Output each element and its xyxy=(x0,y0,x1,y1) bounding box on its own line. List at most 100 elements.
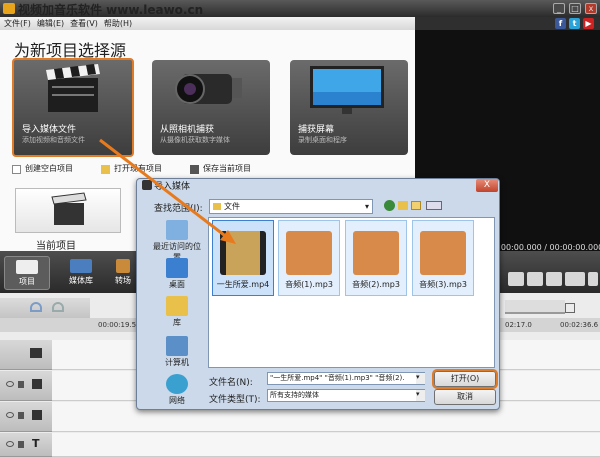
file-name: 音频(1).mp3 xyxy=(285,280,333,289)
clapperboard-icon xyxy=(14,60,132,120)
network-icon xyxy=(166,374,188,394)
menu-help[interactable]: 帮助(H) xyxy=(104,17,132,30)
menu-bar: 文件(F) 编辑(E) 查看(V) 帮助(H) xyxy=(0,17,415,30)
file-item[interactable]: 一生所爱.mp4 xyxy=(212,220,274,296)
volume-icon[interactable] xyxy=(565,272,585,286)
lookin-label: 查找范围(I): xyxy=(154,204,203,214)
video-thumbnail-icon xyxy=(220,231,266,275)
place-computer[interactable]: 计算机 xyxy=(150,336,204,368)
audio-file-icon xyxy=(353,231,399,275)
view-menu-icon[interactable] xyxy=(426,201,442,210)
up-folder-icon[interactable] xyxy=(398,201,408,210)
tab-media-library-label: 媒体库 xyxy=(69,276,93,285)
capture-camera-subtitle: 从摄像机获取数字媒体 xyxy=(160,136,230,144)
zoom-slider[interactable] xyxy=(505,300,565,314)
camera-icon[interactable] xyxy=(546,272,562,286)
filename-input[interactable]: "一生所爱.mp4" "音频(1).mp3" "音频(2). xyxy=(267,372,425,385)
transition-icon xyxy=(116,259,130,273)
filename-label: 文件名(N): xyxy=(209,378,253,388)
video-track-header xyxy=(0,340,52,370)
cancel-button[interactable]: 取消 xyxy=(434,389,496,405)
tab-media-library[interactable]: 媒体库 xyxy=(58,256,104,290)
place-network-label: 网络 xyxy=(169,396,185,405)
chevron-down-icon[interactable]: ▾ xyxy=(416,390,425,401)
capture-screen-card[interactable]: 捕获屏幕 录制桌面和程序 xyxy=(290,60,408,155)
dialog-title: 导入媒体 xyxy=(154,182,191,192)
capture-screen-subtitle: 录制桌面和程序 xyxy=(298,136,347,144)
save-current-label: 保存当前项目 xyxy=(203,164,251,173)
lookin-select[interactable]: 文件 ▾ xyxy=(209,199,373,214)
text-track-header: T xyxy=(0,433,52,457)
project-actions: 创建空白项目 打开现有项目 保存当前项目 xyxy=(12,162,412,176)
dialog-close-button[interactable]: X xyxy=(476,179,498,192)
tab-transition-label: 转场 xyxy=(115,276,131,285)
open-existing-project[interactable]: 打开现有项目 xyxy=(101,162,162,176)
desktop-icon xyxy=(166,258,188,278)
video-track-icon xyxy=(30,348,42,358)
more-icon[interactable] xyxy=(588,272,598,286)
place-library[interactable]: 库 xyxy=(150,296,204,328)
place-recent[interactable]: 最近访问的位置 xyxy=(150,220,204,263)
text-track-icon: T xyxy=(32,437,40,450)
facebook-icon[interactable]: f xyxy=(555,18,566,29)
file-item[interactable]: 音频(3).mp3 xyxy=(412,220,474,296)
menu-file[interactable]: 文件(F) xyxy=(4,17,31,30)
audio-track-header xyxy=(0,371,52,401)
lock-icon[interactable] xyxy=(18,381,24,388)
text-track[interactable] xyxy=(52,433,600,457)
import-media-card[interactable]: 导入媒体文件 添加视频和音频文件 xyxy=(12,58,134,157)
film-icon xyxy=(70,259,92,273)
undo-icon[interactable] xyxy=(30,302,42,312)
app-title: 视频加音乐软件 www.leawo.cn xyxy=(18,3,204,17)
place-desktop[interactable]: 桌面 xyxy=(150,258,204,290)
chevron-down-icon[interactable]: ▾ xyxy=(416,373,425,384)
close-icon[interactable]: x xyxy=(585,3,597,14)
eye-icon[interactable] xyxy=(6,381,14,387)
capture-camera-card[interactable]: 从照相机捕获 从摄像机获取数字媒体 xyxy=(152,60,270,155)
file-name: 一生所爱.mp4 xyxy=(216,280,270,289)
tab-transition[interactable]: 转场 xyxy=(112,256,134,290)
back-icon[interactable] xyxy=(384,200,395,211)
recent-places-icon xyxy=(166,220,188,240)
save-current-project[interactable]: 保存当前项目 xyxy=(190,162,251,176)
import-media-subtitle: 添加视频和音频文件 xyxy=(22,136,85,144)
grid-icon[interactable] xyxy=(527,272,543,286)
ruler-tick: 02:17.0 xyxy=(505,321,532,329)
lookin-value: 文件 xyxy=(224,202,240,211)
file-item[interactable]: 音频(2).mp3 xyxy=(345,220,407,296)
lock-icon[interactable] xyxy=(18,412,24,419)
save-icon xyxy=(190,164,199,174)
place-computer-label: 计算机 xyxy=(165,358,189,367)
fit-icon[interactable] xyxy=(565,303,575,313)
tab-project[interactable]: 项目 xyxy=(4,256,50,290)
redo-icon[interactable] xyxy=(52,302,64,312)
tab-project-label: 项目 xyxy=(19,277,35,286)
undo-redo-bar xyxy=(0,298,90,318)
ruler-tick: 00:02:36.6 xyxy=(560,321,599,329)
youtube-icon[interactable]: ▶ xyxy=(583,18,594,29)
menu-edit[interactable]: 编辑(E) xyxy=(37,17,64,30)
place-network[interactable]: 网络 xyxy=(150,374,204,406)
file-item[interactable]: 音频(1).mp3 xyxy=(278,220,340,296)
current-project-thumbnail[interactable] xyxy=(15,188,121,233)
open-button[interactable]: 打开(O) xyxy=(432,369,498,389)
create-blank-project[interactable]: 创建空白项目 xyxy=(12,162,73,176)
twitter-icon[interactable]: t xyxy=(569,18,580,29)
menu-view[interactable]: 查看(V) xyxy=(70,17,98,30)
capture-screen-title: 捕获屏幕 xyxy=(298,125,335,135)
folder-icon xyxy=(213,203,221,210)
clapperboard-icon xyxy=(51,192,87,225)
ruler-tick: 00:00:19.5 xyxy=(98,321,137,329)
eye-icon[interactable] xyxy=(6,412,14,418)
camcorder-icon xyxy=(152,60,270,120)
create-blank-label: 创建空白项目 xyxy=(25,164,73,173)
audio-file-icon xyxy=(286,231,332,275)
minimize-icon[interactable]: _ xyxy=(553,3,565,14)
crop-icon[interactable] xyxy=(508,272,524,286)
filetype-select[interactable]: 所有支持的媒体 xyxy=(267,389,425,402)
eye-icon[interactable] xyxy=(6,441,14,447)
maximize-icon[interactable]: □ xyxy=(569,3,581,14)
new-folder-icon[interactable] xyxy=(411,201,421,210)
clapperboard-icon xyxy=(16,260,38,274)
lock-icon[interactable] xyxy=(18,441,24,448)
